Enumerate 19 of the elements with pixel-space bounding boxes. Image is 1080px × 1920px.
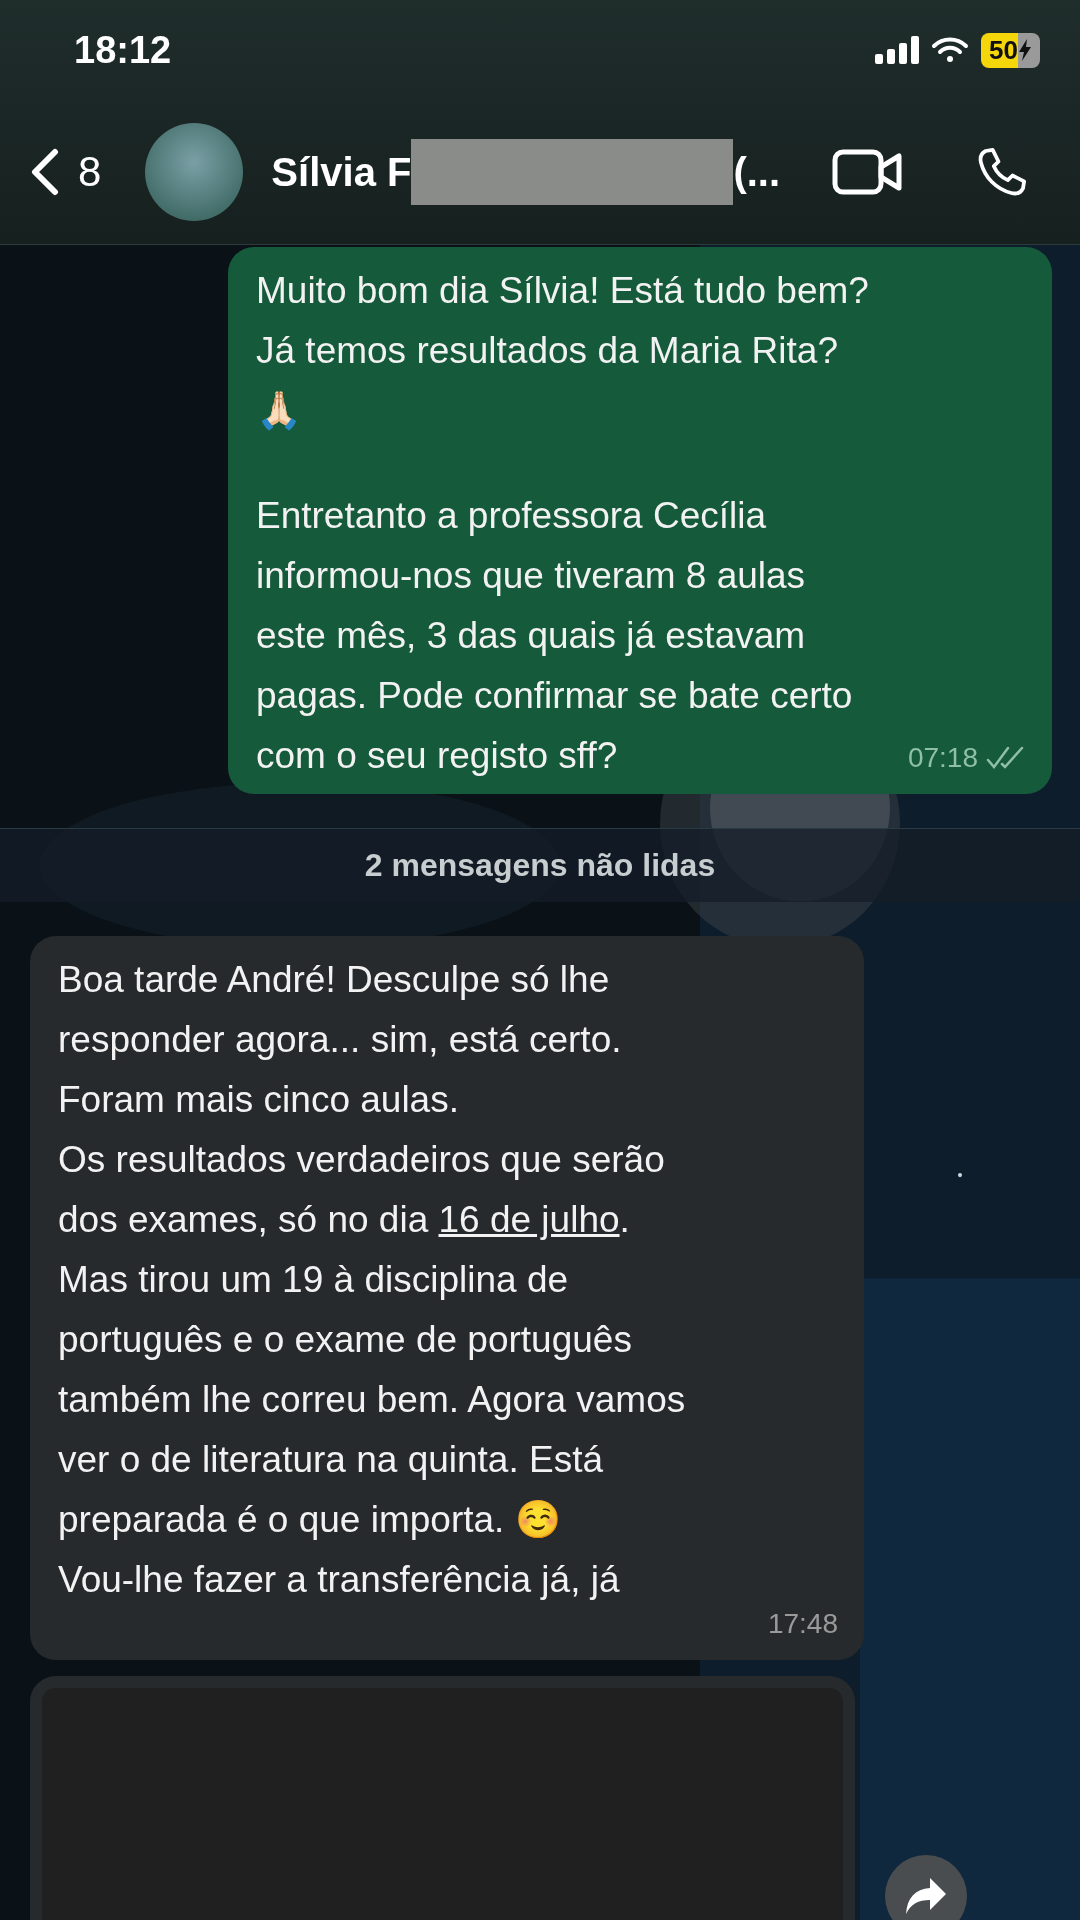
- clock: 18:12: [74, 28, 172, 72]
- unread-label: 2 mensagens não lidas: [364, 847, 716, 883]
- message-text: Boa tarde André! Desculpe só lhe responder agora... sim, está certo. Foram mais cinco aulas. Os resultados verdadeiros que serão dos exames, só no dia 16 de julho. Mas tirou um 19 à disciplina de português e o exame de português também lhe correu bem. Agora vamos ver o de literatura na quinta. Está preparada é o que importa. ☺ Vou-lhe fazer a transferência já, já: [58, 958, 686, 1602]
- bolt-icon: [1018, 39, 1032, 61]
- message-text: Entretanto a professora Cecília informou-nos que tiveram 8 aulas este mês, 3 das quais já estavam pagas. Pode confirmar se bate certo com o seu registo sff?: [256, 494, 853, 778]
- battery-level: 50: [981, 32, 1040, 68]
- share-arrow-icon: [904, 1876, 948, 1916]
- back-button[interactable]: 8: [20, 148, 112, 196]
- message-time: 07:18: [907, 741, 978, 775]
- date-link[interactable]: 16 de julho: [438, 1199, 620, 1240]
- chevron-left-icon: [30, 148, 60, 196]
- contact-name-suffix: (...: [733, 149, 781, 195]
- double-check-icon: [986, 746, 1026, 770]
- contact-name[interactable]: Sílvia F: [271, 149, 412, 195]
- signal-icon: [875, 36, 920, 64]
- message-text: Muito bom dia Sílvia! Está tudo bem? Já temos resultados da Maria Rita? 🙏🏻: [256, 269, 869, 433]
- message-time: 17:48: [767, 1607, 838, 1641]
- video-call-icon[interactable]: [832, 147, 904, 197]
- wifi-icon: [931, 36, 970, 64]
